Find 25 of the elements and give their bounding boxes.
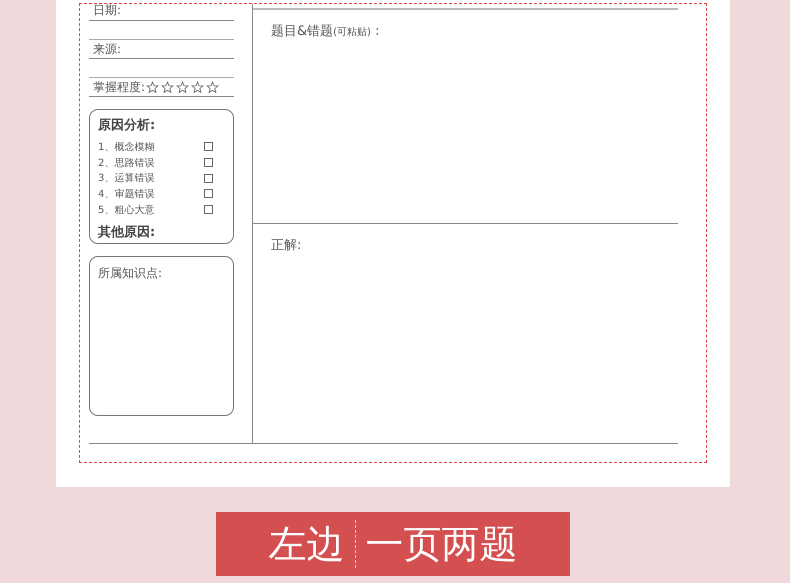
checkbox[interactable] [204,205,213,214]
knowledge-label: 所属知识点: [98,266,162,280]
answer-label: 正解: [271,238,302,253]
cause-label: 2、思路错误 [98,156,154,170]
banner-text: 一页两题 [366,525,518,563]
cause-title: 原因分析: [98,117,156,134]
star-icon [206,80,220,94]
field-label: 掌握程度: [93,78,146,96]
checkbox[interactable] [204,189,213,198]
question-label: 题目&错题(可粘贴) : [271,24,380,39]
banner-text: 左边 [268,525,344,563]
cause-label: 4、审题错误 [98,188,154,201]
checkbox[interactable] [204,158,213,168]
star-icon [161,80,174,94]
cause-label: 1、概念模糊 [98,140,154,154]
other-cause-label: 其他原因: [98,224,156,242]
star-icon [146,80,160,94]
star-icon [191,80,204,94]
checkbox[interactable] [204,142,213,152]
star-icon [176,80,190,94]
field-label: 日期: [93,2,122,19]
checkbox[interactable] [204,174,213,183]
cause-label: 3、运算错误 [98,172,154,186]
field-label: 来源: [93,40,122,58]
cause-label: 5、粗心大意 [98,204,154,217]
